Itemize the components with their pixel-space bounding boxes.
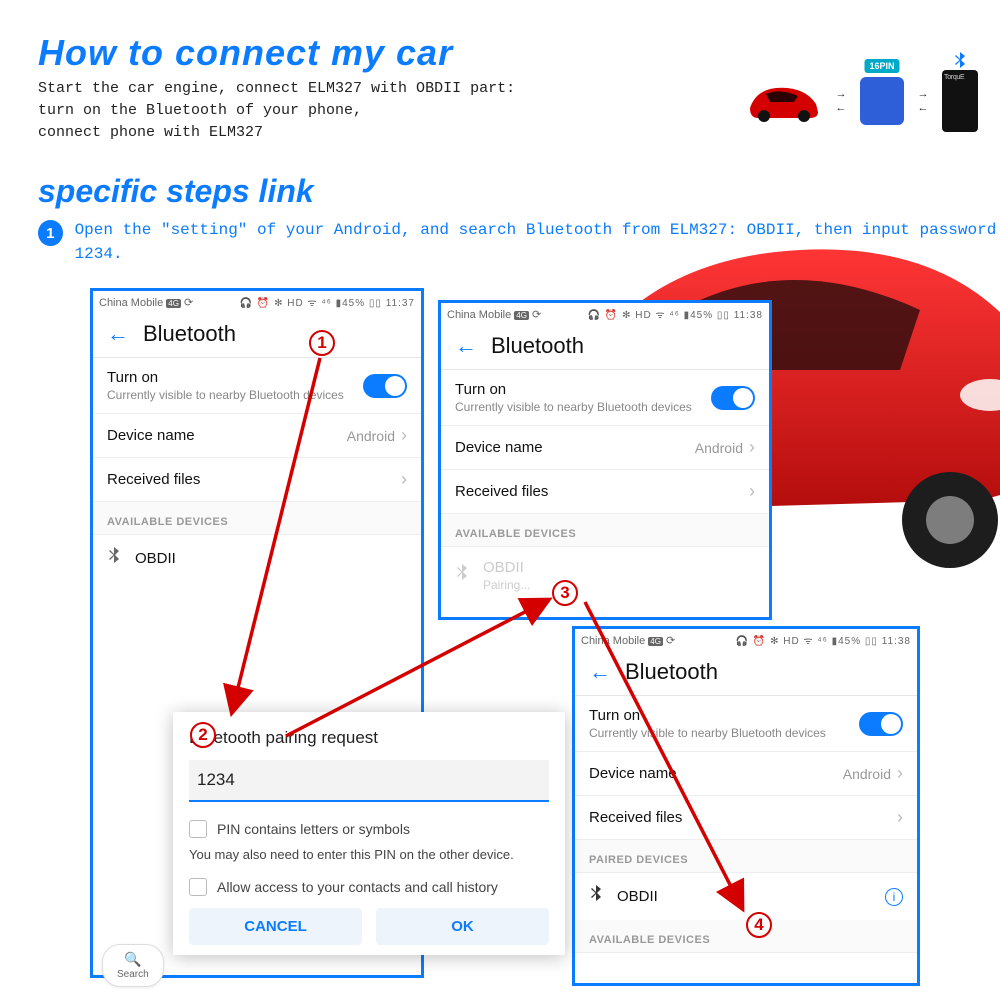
carrier-label: China Mobile 4G ⟳ <box>99 296 193 309</box>
device-name: OBDII <box>135 550 176 567</box>
annotation-3: 3 <box>552 580 578 606</box>
phone-app-label: TorquE <box>944 74 964 81</box>
back-arrow-icon[interactable]: ← <box>455 333 477 359</box>
ok-button[interactable]: OK <box>376 908 549 945</box>
available-devices-label: AVAILABLE DEVICES <box>441 514 769 547</box>
chevron-right-icon: › <box>897 763 903 784</box>
bluetooth-icon <box>589 885 603 908</box>
pairing-dialog: Bluetooth pairing request PIN contains l… <box>173 712 565 955</box>
device-name: OBDII <box>617 888 658 905</box>
device-name: OBDII <box>483 559 530 576</box>
received-files-label: Received files <box>455 483 548 500</box>
bluetooth-toggle[interactable] <box>711 386 755 410</box>
allow-contacts-label: Allow access to your contacts and call h… <box>217 879 498 895</box>
bluetooth-toggle[interactable] <box>363 374 407 398</box>
status-icons: 🎧 ⏰ ✻ HD ᯤ ⁴⁶ ▮45% ▯▯ 11:37 <box>240 295 415 309</box>
cancel-button[interactable]: CANCEL <box>189 908 362 945</box>
bluetooth-toggle[interactable] <box>859 712 903 736</box>
phone-screenshot-2: China Mobile 4G ⟳ 🎧 ⏰ ✻ HD ᯤ ⁴⁶ ▮45% ▯▯ … <box>438 300 772 620</box>
bluetooth-icon <box>455 564 469 587</box>
visible-hint: Currently visible to nearby Bluetooth de… <box>107 388 344 402</box>
car-icon <box>746 78 822 124</box>
device-name-row[interactable]: Device name Android › <box>441 426 769 470</box>
turn-on-label: Turn on <box>589 707 826 724</box>
search-label: Search <box>117 969 149 980</box>
screen-title: Bluetooth <box>491 333 584 359</box>
device-name-label: Device name <box>589 765 677 782</box>
received-files-row[interactable]: Received files › <box>575 796 917 840</box>
annotation-2: 2 <box>190 722 216 748</box>
device-name-label: Device name <box>107 427 195 444</box>
device-obdii-pairing[interactable]: OBDII Pairing... <box>441 547 769 604</box>
carrier-label: China Mobile 4G ⟳ <box>581 634 675 647</box>
status-icons: 🎧 ⏰ ✻ HD ᯤ ⁴⁶ ▮45% ▯▯ 11:38 <box>588 307 763 321</box>
step-number-badge: 1 <box>38 220 63 246</box>
pairing-label: Pairing... <box>483 578 530 592</box>
visible-hint: Currently visible to nearby Bluetooth de… <box>589 726 826 740</box>
device-name-value: Android <box>347 428 395 444</box>
arrows-icon: →← <box>910 91 936 111</box>
screen-title: Bluetooth <box>143 321 236 347</box>
device-name-value: Android <box>695 440 743 456</box>
obd-adapter-icon: 16PIN <box>860 77 904 125</box>
turn-on-row[interactable]: Turn on Currently visible to nearby Blue… <box>93 358 421 414</box>
checkbox-icon[interactable] <box>189 878 207 896</box>
back-arrow-icon[interactable]: ← <box>107 321 129 347</box>
annotation-4: 4 <box>746 912 772 938</box>
turn-on-row[interactable]: Turn on Currently visible to nearby Blue… <box>441 370 769 426</box>
obd-pin-label: 16PIN <box>864 59 899 73</box>
status-bar: China Mobile 4G ⟳ 🎧 ⏰ ✻ HD ᯤ ⁴⁶ ▮45% ▯▯ … <box>441 303 769 325</box>
available-devices-label: AVAILABLE DEVICES <box>93 502 421 535</box>
status-bar: China Mobile 4G ⟳ 🎧 ⏰ ✻ HD ᯤ ⁴⁶ ▮45% ▯▯ … <box>575 629 917 651</box>
chevron-right-icon: › <box>749 481 755 502</box>
screen-header: ← Bluetooth <box>575 651 917 695</box>
status-icons: 🎧 ⏰ ✻ HD ᯤ ⁴⁶ ▮45% ▯▯ 11:38 <box>736 633 911 647</box>
received-files-label: Received files <box>589 809 682 826</box>
search-icon: 🔍 <box>124 951 141 968</box>
back-arrow-icon[interactable]: ← <box>589 659 611 685</box>
screen-title: Bluetooth <box>625 659 718 685</box>
screen-header: ← Bluetooth <box>93 313 421 357</box>
checkbox-icon[interactable] <box>189 820 207 838</box>
device-name-label: Device name <box>455 439 543 456</box>
status-bar: China Mobile 4G ⟳ 🎧 ⏰ ✻ HD ᯤ ⁴⁶ ▮45% ▯▯ … <box>93 291 421 313</box>
connection-diagram: →← 16PIN →← TorquE <box>746 70 978 132</box>
device-obdii-paired[interactable]: OBDII i <box>575 873 917 920</box>
pin-input[interactable] <box>189 760 549 802</box>
received-files-label: Received files <box>107 471 200 488</box>
screen-header: ← Bluetooth <box>441 325 769 369</box>
carrier-label: China Mobile 4G ⟳ <box>447 308 541 321</box>
info-icon[interactable]: i <box>885 888 903 906</box>
turn-on-label: Turn on <box>107 369 344 386</box>
dialog-title: Bluetooth pairing request <box>189 728 549 748</box>
phone-icon: TorquE <box>942 70 978 132</box>
turn-on-label: Turn on <box>455 381 692 398</box>
chevron-right-icon: › <box>749 437 755 458</box>
bluetooth-icon <box>953 52 967 75</box>
chevron-right-icon: › <box>401 469 407 490</box>
device-name-value: Android <box>843 766 891 782</box>
allow-contacts-row[interactable]: Allow access to your contacts and call h… <box>189 874 549 900</box>
device-name-row[interactable]: Device name Android › <box>575 752 917 796</box>
phone-screenshot-3: China Mobile 4G ⟳ 🎧 ⏰ ✻ HD ᯤ ⁴⁶ ▮45% ▯▯ … <box>572 626 920 986</box>
turn-on-row[interactable]: Turn on Currently visible to nearby Blue… <box>575 696 917 752</box>
main-title: How to connect my car <box>0 0 1000 78</box>
arrows-icon: →← <box>828 91 854 111</box>
dialog-hint: You may also need to enter this PIN on t… <box>189 846 549 864</box>
chevron-right-icon: › <box>401 425 407 446</box>
search-pill[interactable]: 🔍 Search <box>102 944 164 987</box>
pin-letters-row[interactable]: PIN contains letters or symbols <box>189 816 549 842</box>
received-files-row[interactable]: Received files › <box>441 470 769 514</box>
annotation-1: 1 <box>309 330 335 356</box>
chevron-right-icon: › <box>897 807 903 828</box>
received-files-row[interactable]: Received files › <box>93 458 421 502</box>
paired-devices-label: PAIRED DEVICES <box>575 840 917 873</box>
pin-letters-label: PIN contains letters or symbols <box>217 821 410 837</box>
bluetooth-icon <box>107 547 121 570</box>
device-name-row[interactable]: Device name Android › <box>93 414 421 458</box>
visible-hint: Currently visible to nearby Bluetooth de… <box>455 400 692 414</box>
device-obdii[interactable]: OBDII <box>93 535 421 582</box>
